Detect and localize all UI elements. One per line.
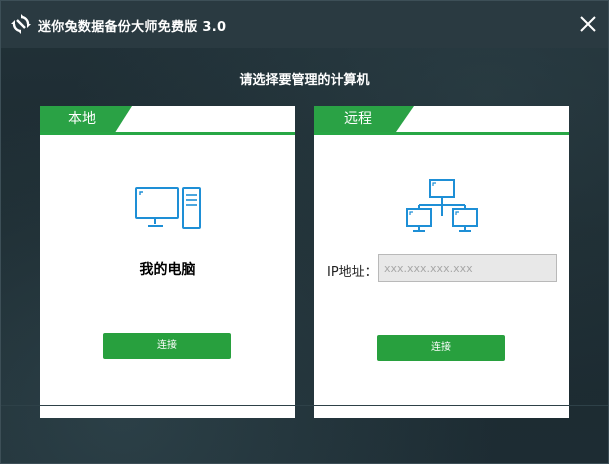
page-subtitle: 请选择要管理的计算机 [239, 73, 370, 88]
ip-address-input[interactable] [378, 254, 557, 282]
tab-local: 本地 [40, 106, 132, 132]
local-tab-strip: 本地 [40, 106, 295, 135]
network-computers-icon [406, 179, 478, 232]
app-title: 迷你兔数据备份大师免费版 3.0 [38, 20, 227, 35]
ip-address-label: IP地址： [327, 265, 378, 280]
bottom-divider [1, 405, 608, 406]
remote-tab-strip: 远程 [314, 106, 569, 135]
app-window: 迷你兔数据备份大师免费版 3.0 请选择要管理的计算机 本地 我的电脑 连接 远… [0, 0, 609, 464]
title-bar: 迷你兔数据备份大师免费版 3.0 [1, 1, 608, 48]
desktop-computer-icon [135, 187, 201, 229]
minitool-logo-icon [11, 14, 31, 34]
local-connect-button[interactable]: 连接 [103, 333, 231, 359]
remote-computer-card: 远程 IP地址： 连接 [314, 106, 569, 418]
my-computer-label: 我的电脑 [139, 262, 196, 278]
remote-connect-button[interactable]: 连接 [377, 335, 505, 361]
close-icon[interactable] [578, 14, 598, 34]
tab-remote: 远程 [314, 106, 414, 132]
local-computer-card: 本地 我的电脑 连接 [40, 106, 295, 418]
